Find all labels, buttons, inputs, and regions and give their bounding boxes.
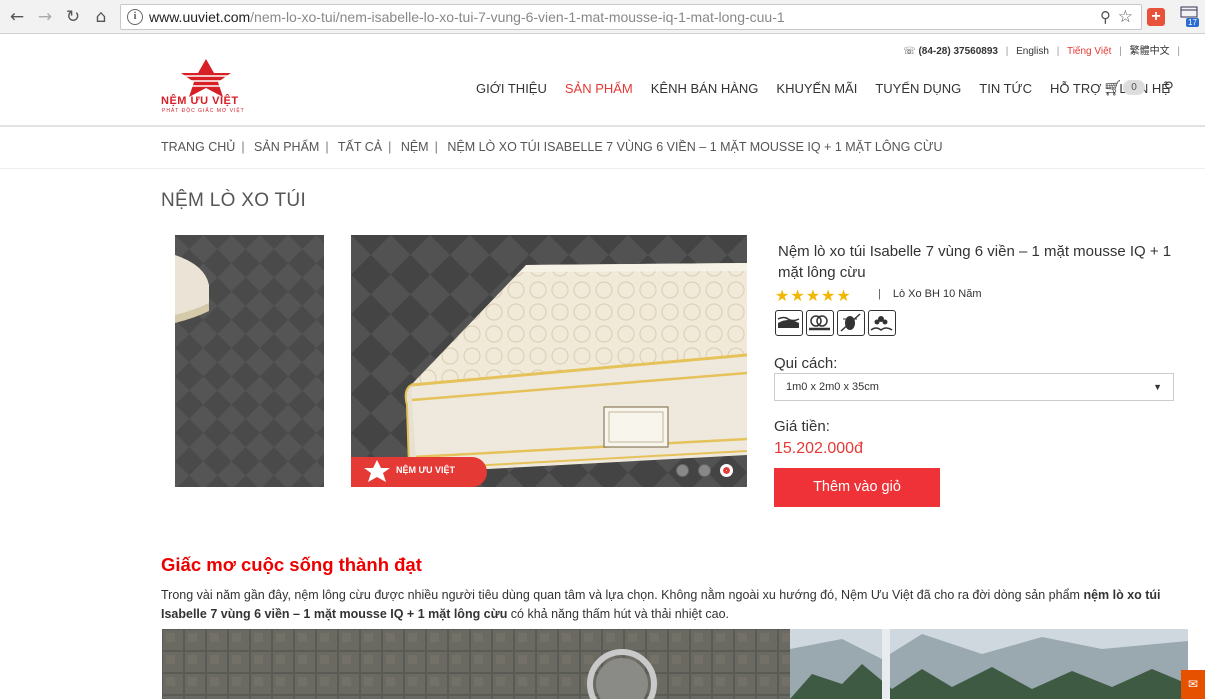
mail-icon[interactable]: ✉ bbox=[1181, 670, 1205, 699]
watermark-text: NỆM ƯU VIỆT bbox=[396, 465, 455, 475]
star-logo-icon bbox=[171, 59, 241, 97]
site-logo[interactable]: NỆM ƯU VIỆT PHÁT ĐỘC GIẤC MƠ VIỆT bbox=[161, 58, 253, 118]
lang-english[interactable]: English bbox=[1016, 46, 1049, 57]
breadcrumb-divider bbox=[0, 168, 1205, 169]
browser-toolbar: ← → ↻ ⌂ i www.uuviet.com/nem-lo-xo-tui/n… bbox=[0, 0, 1205, 34]
info-icon[interactable]: i bbox=[127, 9, 143, 25]
nav-san-pham[interactable]: SẢN PHẨM bbox=[565, 81, 633, 96]
gallery-prev-slide[interactable] bbox=[175, 235, 324, 487]
nav-ho-tro[interactable]: HỖ TRỢ bbox=[1050, 81, 1101, 96]
category-title: NỆM LÒ XO TÚI bbox=[161, 190, 307, 211]
gallery-dot-2[interactable] bbox=[698, 464, 711, 477]
breadcrumb-home[interactable]: TRANG CHỦ bbox=[161, 140, 235, 154]
phone-number[interactable]: (84-28) 37560893 bbox=[918, 46, 998, 57]
gallery-dot-1[interactable] bbox=[676, 464, 689, 477]
phone-icon: ☏ bbox=[903, 46, 919, 57]
back-icon[interactable]: ← bbox=[7, 7, 27, 27]
cart-count-badge: 0 bbox=[1123, 80, 1145, 95]
feature-anti-bug-icon bbox=[837, 310, 865, 336]
breadcrumb-current: NỆM LÒ XO TÚI ISABELLE 7 VÙNG 6 VIỀN – 1… bbox=[447, 140, 943, 154]
search-icon[interactable]: ⚲ bbox=[1164, 80, 1174, 95]
nav-gioi-thieu[interactable]: GIỚI THIỆU bbox=[476, 81, 547, 96]
home-icon[interactable]: ⌂ bbox=[91, 7, 111, 27]
lang-vietnamese[interactable]: Tiếng Việt bbox=[1067, 46, 1111, 57]
logo-tagline: PHÁT ĐỘC GIẤC MƠ VIỆT bbox=[162, 108, 245, 114]
breadcrumb-all[interactable]: TẤT CẢ bbox=[338, 140, 382, 154]
product-price: 15.202.000đ bbox=[774, 440, 863, 457]
star-icon: ★ bbox=[805, 286, 821, 305]
header-divider bbox=[0, 125, 1205, 127]
star-icon: ★ bbox=[790, 286, 805, 305]
gallery-watermark: NỆM ƯU VIỆT bbox=[351, 457, 487, 487]
spec-label: Qui cách: bbox=[774, 355, 838, 372]
url-path: /nem-lo-xo-tui/nem-isabelle-lo-xo-tui-7-… bbox=[250, 9, 785, 25]
content-paragraph: Trong vài năm gần đây, nệm lông cừu được… bbox=[161, 586, 1181, 624]
gallery-dots bbox=[676, 464, 742, 477]
watermark-star-icon bbox=[364, 460, 390, 482]
nav-tin-tuc[interactable]: TIN TỨC bbox=[979, 81, 1032, 96]
url-domain: www.uuviet.com bbox=[149, 9, 251, 25]
star-icon: ★ bbox=[775, 286, 790, 305]
zoom-icon[interactable]: ⚲ bbox=[1100, 8, 1111, 26]
nav-tuyen-dung[interactable]: TUYỂN DỤNG bbox=[875, 81, 961, 96]
logo-brand-text: NỆM ƯU VIỆT bbox=[161, 95, 239, 107]
product-title: Nệm lò xo túi Isabelle 7 vùng 6 viền – 1… bbox=[778, 243, 1172, 281]
spec-select[interactable]: 1m0 x 2m0 x 35cm ▼ bbox=[774, 373, 1174, 401]
paragraph-text-1: Trong vài năm gần đây, nệm lông cừu được… bbox=[161, 588, 1084, 602]
forward-icon[interactable]: → bbox=[35, 7, 55, 27]
nav-kenh-ban-hang[interactable]: KÊNH BÁN HÀNG bbox=[651, 81, 759, 96]
warranty-text: Lò Xo BH 10 Năm bbox=[892, 288, 982, 300]
breadcrumb-products[interactable]: SẢN PHẨM bbox=[254, 140, 319, 154]
gallery-main-slide[interactable] bbox=[351, 235, 747, 487]
paragraph-text-2: có khả năng thấm hút và thải nhiệt cao. bbox=[507, 607, 730, 621]
rating-stars: ★ ★ ★ ★ ★ bbox=[775, 286, 852, 305]
breadcrumb: TRANG CHỦ | SẢN PHẨM | TẤT CẢ | NỆM | NỆM LÒ… bbox=[161, 140, 943, 154]
bookmark-star-icon[interactable]: ☆ bbox=[1118, 7, 1133, 27]
feature-mattress-icon bbox=[775, 310, 803, 336]
main-navigation: GIỚI THIỆU SẢN PHẨM KÊNH BÁN HÀNG KHUYẾN… bbox=[476, 81, 1188, 96]
top-utility-bar: ☏ (84-28) 37560893 | English | Tiếng Việ… bbox=[903, 46, 1180, 57]
reload-icon[interactable]: ↻ bbox=[63, 7, 83, 27]
url-text[interactable]: www.uuviet.com/nem-lo-xo-tui/nem-isabell… bbox=[149, 9, 785, 25]
cart-icon[interactable]: 🛒︎ bbox=[1103, 79, 1122, 97]
spec-select-value: 1m0 x 2m0 x 35cm bbox=[786, 381, 879, 393]
nav-khuyen-mai[interactable]: KHUYẾN MÃI bbox=[776, 81, 857, 96]
content-image bbox=[162, 629, 1188, 699]
address-bar[interactable]: i www.uuviet.com/nem-lo-xo-tui/nem-isabe… bbox=[120, 4, 1142, 30]
extension-badge: 17 bbox=[1186, 18, 1199, 27]
gallery-dot-3[interactable] bbox=[720, 464, 733, 477]
add-to-cart-button[interactable]: Thêm vào giỏ bbox=[774, 468, 940, 507]
lang-chinese[interactable]: 繁體中文 bbox=[1130, 46, 1170, 57]
warranty-info: | Lò Xo BH 10 Năm bbox=[878, 288, 982, 300]
price-label: Giá tiền: bbox=[774, 418, 830, 435]
extension-plus-icon[interactable]: + bbox=[1147, 8, 1165, 26]
content-heading: Giấc mơ cuộc sống thành đạt bbox=[161, 554, 422, 575]
breadcrumb-mattress[interactable]: NỆM bbox=[401, 140, 429, 154]
star-icon: ★ bbox=[836, 286, 851, 305]
chevron-down-icon: ▼ bbox=[1153, 382, 1162, 392]
extension-calendar-icon[interactable]: 17 bbox=[1180, 6, 1202, 30]
feature-flower-icon bbox=[868, 310, 896, 336]
feature-sheep-icon bbox=[806, 310, 834, 336]
star-icon: ★ bbox=[821, 286, 836, 305]
